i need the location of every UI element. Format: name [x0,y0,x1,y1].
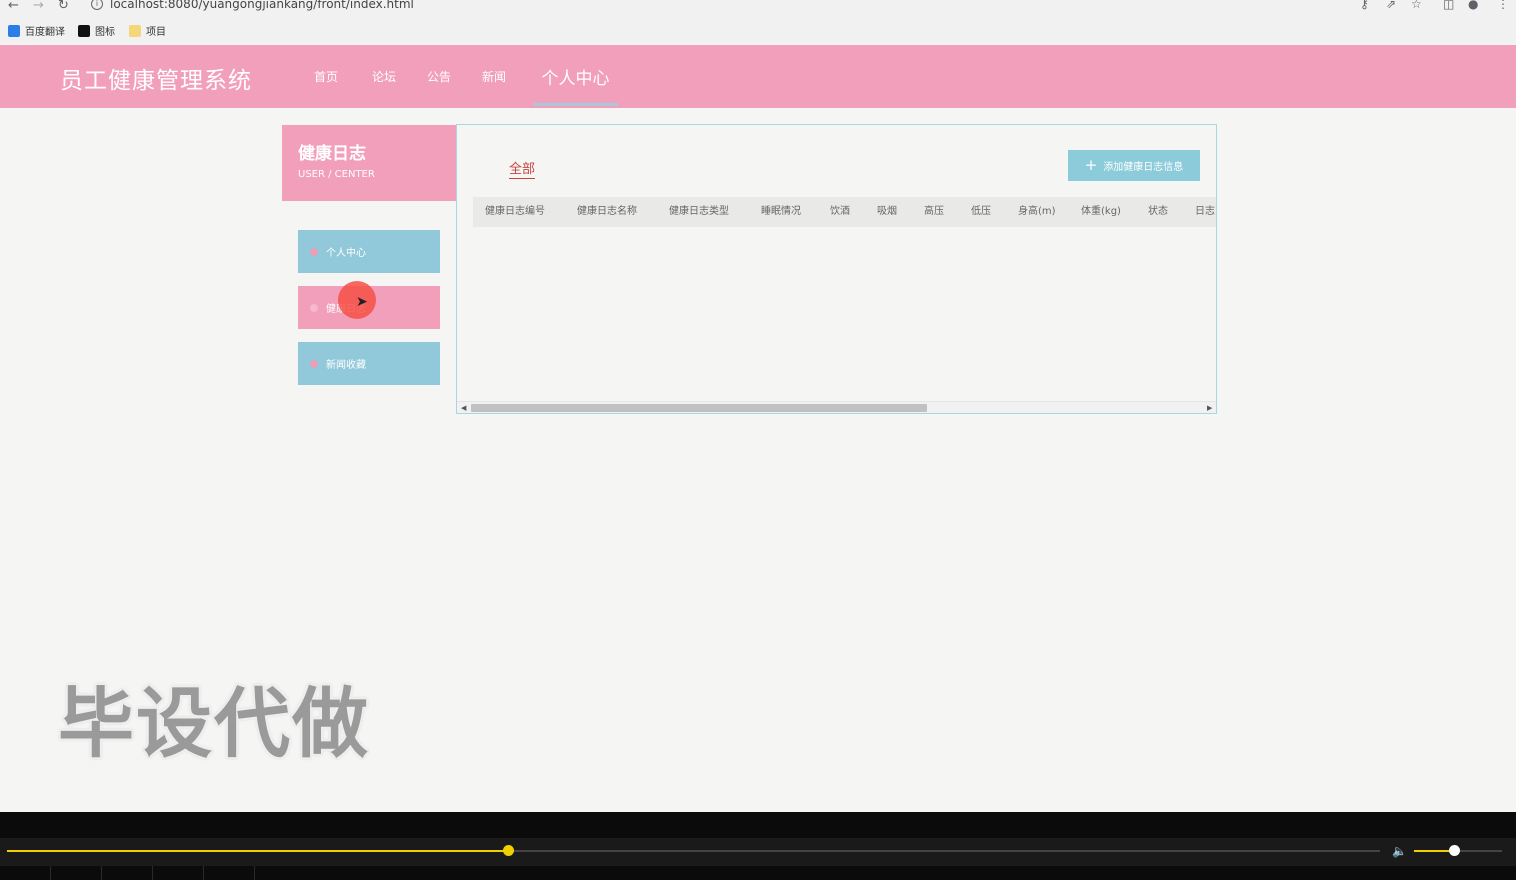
horizontal-scrollbar[interactable]: ◀ ▶ [457,401,1216,413]
video-player-controls: 🔈 [0,812,1516,880]
profile-icon[interactable]: ● [1468,0,1478,11]
star-icon[interactable]: ☆ [1411,0,1422,11]
browser-chrome: ← → ↻ i localhost:8080/yuangongjiankang/… [0,0,1516,44]
menu-kebab-icon[interactable]: ⋮ [1497,0,1509,11]
health-log-panel: 全部 + 添加健康日志信息 健康日志编号 健康日志名称 健康日志类型 睡眠情况 … [456,124,1217,414]
toolbar-cell[interactable] [204,866,255,880]
column-header: 高压 [924,206,944,217]
toolbar-cell[interactable] [0,866,51,880]
watermark-text: 毕设代做 [58,679,370,768]
site-header: 员工健康管理系统 首页 论坛 公告 新闻 个人中心 [0,45,1516,108]
bookmark-label: 项目 [146,27,166,38]
info-icon[interactable]: i [91,0,103,10]
sidebar-item-news-favorites[interactable]: 新闻收藏 [298,342,440,385]
nav-forum[interactable]: 论坛 [362,45,406,108]
table-header: 健康日志编号 健康日志名称 健康日志类型 睡眠情况 饮酒 吸烟 高压 低压 身高… [473,197,1216,227]
reload-icon[interactable]: ↻ [58,0,69,13]
player-bar [0,838,1516,866]
sidebar-item-label: 新闻收藏 [326,360,366,371]
share-icon[interactable]: ⇗ [1386,0,1396,11]
volume-icon[interactable]: 🔈 [1392,844,1407,858]
volume-knob[interactable] [1448,845,1460,856]
sidebar-header: 健康日志 USER / CENTER [282,125,456,201]
nav-notice[interactable]: 公告 [417,45,461,108]
key-icon[interactable]: ⚷ [1360,0,1369,11]
mouse-cursor-icon: ➤ [356,294,368,310]
site-brand[interactable]: 员工健康管理系统 [60,61,252,95]
bookmark-baidu-translate[interactable]: 百度翻译 [8,23,65,38]
translate-icon [8,24,20,37]
toolbar-cell[interactable] [153,866,204,880]
scroll-right-icon[interactable]: ▶ [1207,402,1212,413]
plus-icon: + [1084,156,1098,174]
column-header: 健康日志编号 [485,206,545,217]
back-arrow-icon[interactable]: ← [8,0,19,13]
column-header: 体重(kg) [1081,206,1121,217]
sidebar-title: 健康日志 [298,144,366,164]
column-header: 健康日志名称 [577,206,637,217]
bookmark-projects[interactable]: 项目 [129,23,166,38]
toolbar-cell[interactable] [102,866,153,880]
add-button-label: 添加健康日志信息 [1103,162,1184,173]
bookmark-label: 百度翻译 [25,27,65,38]
scroll-left-icon[interactable]: ◀ [461,402,466,413]
bullet-icon [310,359,318,368]
folder-icon [129,24,141,37]
nav-personal-center[interactable]: 个人中心 [533,45,618,108]
column-header: 低压 [971,206,991,217]
sidepanel-icon[interactable]: ◫ [1443,0,1454,11]
image-icon [78,24,90,37]
sidebar-item-personal-center[interactable]: 个人中心 [298,230,440,273]
seek-played [7,850,509,852]
address-bar: ← → ↻ i localhost:8080/yuangongjiankang/… [0,0,1516,14]
player-toolbar [0,866,1516,880]
seek-bar[interactable] [7,850,1380,852]
sidebar-subtitle: USER / CENTER [298,169,375,180]
column-header: 日志 [1195,206,1215,217]
bookmark-label: 图标 [95,27,115,38]
bookmarks-bar: 百度翻译 图标 项目 [0,20,1516,40]
column-header: 吸烟 [877,206,897,217]
add-health-log-button[interactable]: + 添加健康日志信息 [1068,150,1200,181]
column-header: 状态 [1148,206,1168,217]
column-header: 身高(m) [1018,206,1056,217]
nav-home[interactable]: 首页 [305,45,347,108]
bookmark-icons[interactable]: 图标 [78,23,115,38]
scrollbar-thumb[interactable] [471,404,927,412]
toolbar-cell[interactable] [51,866,102,880]
nav-news[interactable]: 新闻 [472,45,516,108]
sidebar-item-label: 个人中心 [326,248,366,259]
bullet-icon [310,247,318,256]
volume-played [1414,850,1454,852]
column-header: 睡眠情况 [761,206,801,217]
tab-all[interactable]: 全部 [509,158,536,179]
url-text[interactable]: localhost:8080/yuangongjiankang/front/in… [110,0,414,11]
forward-arrow-icon[interactable]: → [33,0,44,13]
column-header: 饮酒 [830,206,850,217]
bullet-icon [310,303,318,312]
column-header: 健康日志类型 [669,206,729,217]
